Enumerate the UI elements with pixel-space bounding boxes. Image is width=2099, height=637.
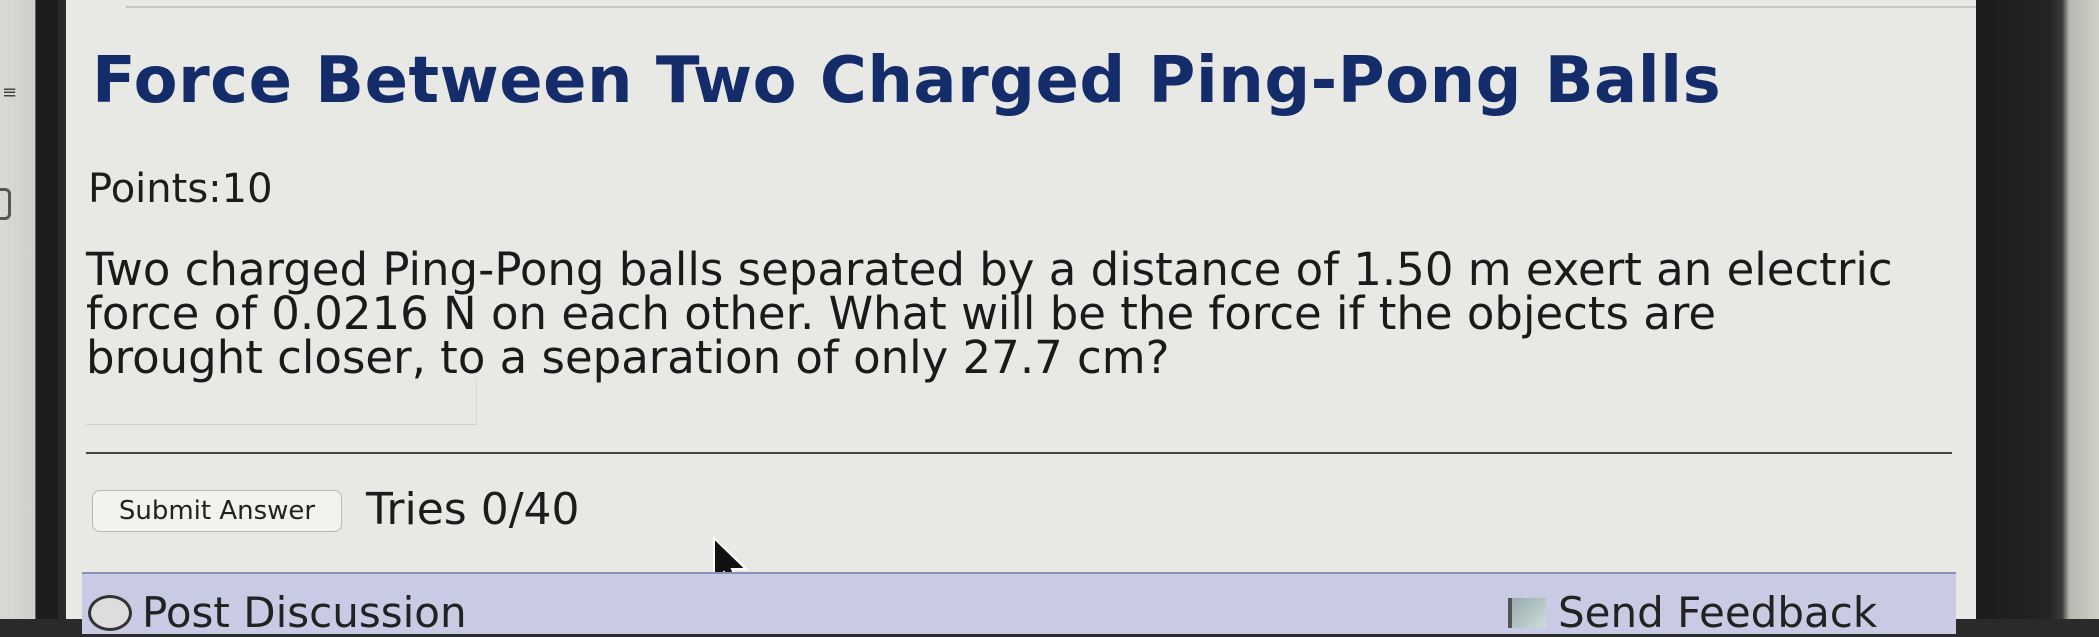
- post-discussion-label: Post Discussion: [142, 588, 467, 637]
- section-divider: [86, 452, 1952, 454]
- answer-input[interactable]: [86, 378, 477, 425]
- bracket-icon: [0, 188, 11, 220]
- send-feedback-label: Send Feedback: [1558, 588, 1878, 637]
- discussion-toolbar: Post Discussion Send Feedback: [82, 572, 1956, 637]
- post-discussion-link[interactable]: Post Discussion: [88, 588, 467, 637]
- left-sidebar-strip: ≡: [0, 0, 58, 619]
- submit-answer-button[interactable]: Submit Answer: [92, 490, 342, 532]
- chat-bubble-icon: [88, 594, 132, 631]
- flag-icon: [1508, 597, 1546, 628]
- send-feedback-link[interactable]: Send Feedback: [1508, 588, 1877, 637]
- problem-text: Two charged Ping-Pong balls separated by…: [86, 247, 1966, 380]
- menu-icon[interactable]: ≡: [2, 84, 24, 102]
- top-divider: [126, 0, 1976, 8]
- monitor-bezel: [1976, 0, 2099, 619]
- points-label: Points:10: [88, 166, 273, 212]
- tries-counter: Tries 0/40: [366, 484, 580, 535]
- problem-text-line-3: brought closer, to a separation of only …: [86, 331, 1170, 384]
- problem-title: Force Between Two Charged Ping-Pong Ball…: [92, 44, 1722, 118]
